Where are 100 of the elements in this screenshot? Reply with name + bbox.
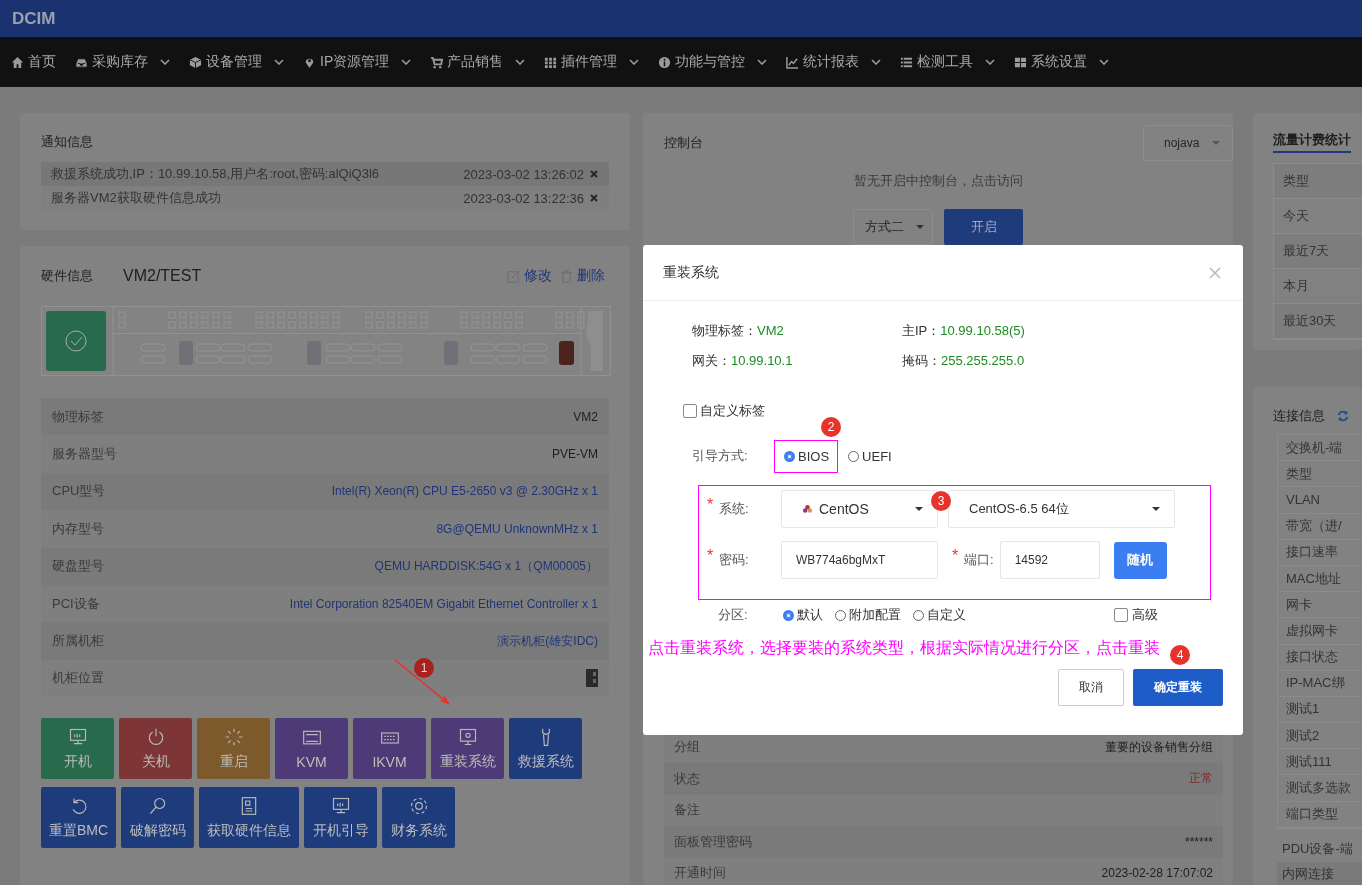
row-label: MAC地址: [1286, 569, 1341, 588]
row-label: PDU设备-端: [1282, 840, 1353, 859]
gear-icon: [408, 795, 429, 816]
info-value: 255.255.255.0: [941, 353, 1025, 368]
confirm-button[interactable]: 确定重装: [1133, 669, 1223, 706]
row-label: 虚拟网卡: [1286, 621, 1338, 640]
info-label: 掩码：: [902, 353, 941, 368]
action-button[interactable]: 财务系统: [382, 787, 456, 849]
close-icon[interactable]: [589, 169, 599, 179]
nav-menu-item[interactable]: 产品销售: [430, 53, 526, 71]
card-title: 控制台: [664, 134, 703, 152]
notification-text: 救援系统成功,IP：10.99.10.58,用户名:root,密码:alQiQ3l6: [51, 165, 380, 183]
tab[interactable]: 流量计费统计: [1273, 131, 1351, 153]
nav-menu-item[interactable]: 插件管理: [544, 53, 640, 71]
field-label: 分区:: [718, 606, 749, 624]
password-field[interactable]: WB774a6bgMxT: [781, 541, 938, 579]
edit-icon: [507, 269, 520, 283]
action-button[interactable]: 破解密码: [121, 787, 195, 849]
edit-link[interactable]: 修改: [524, 267, 552, 285]
info-value: VM2: [757, 323, 784, 338]
action-button[interactable]: 救援系统: [509, 718, 582, 780]
nav-menu-item[interactable]: 设备管理: [189, 53, 284, 71]
logo: DCIM: [12, 8, 56, 29]
row-label: 测试111: [1286, 752, 1332, 771]
client-select[interactable]: nojava: [1143, 125, 1233, 161]
port-field[interactable]: 14592: [999, 541, 1100, 579]
action-button[interactable]: 开机引导: [304, 787, 378, 849]
nav-menu-item[interactable]: 采购库存: [75, 53, 170, 71]
row-label: 内网连接: [1282, 865, 1334, 884]
required-mark: *: [707, 496, 715, 514]
action-button[interactable]: 重装系统: [431, 718, 504, 780]
monitor-icon: [67, 726, 88, 747]
chevron-down-icon: [160, 59, 170, 65]
row-label: 交换机-端: [1286, 438, 1343, 457]
chevron-down-icon: [1099, 59, 1110, 65]
row-label: 带宽（进/: [1286, 517, 1342, 536]
nav-menu-item[interactable]: 统计报表: [786, 53, 882, 71]
row-label: 网卡: [1286, 595, 1312, 614]
row-label: 备注: [674, 801, 700, 820]
info-value: 10.99.10.1: [731, 353, 793, 368]
row-label: 服务器型号: [52, 445, 117, 464]
radio-label: UEFI: [862, 448, 892, 464]
chevron-down-icon: [871, 59, 882, 65]
row-label: IP-MAC绑: [1286, 674, 1345, 693]
action-button[interactable]: 关机: [119, 718, 192, 780]
cube-icon: [189, 55, 202, 69]
checkbox-label: 高级: [1132, 606, 1158, 624]
spinner-icon: [223, 726, 244, 747]
action-button[interactable]: 开机: [41, 718, 114, 780]
row-label: 今天: [1283, 207, 1309, 225]
chevron-down-icon: [515, 59, 526, 65]
checkbox[interactable]: [683, 404, 697, 418]
row-label: 接口状态: [1286, 648, 1338, 667]
action-button[interactable]: 重启: [197, 718, 270, 780]
info-value: 10.99.10.58(5): [940, 323, 1025, 338]
required-mark: *: [952, 547, 960, 565]
row-label: 测试2: [1286, 726, 1320, 745]
row-label: 测试1: [1286, 700, 1320, 719]
row-label: 机柜位置: [52, 669, 104, 688]
radio-button[interactable]: [784, 450, 795, 462]
checkbox[interactable]: [1114, 608, 1128, 622]
row-label: 本月: [1283, 277, 1309, 295]
notification-text: 服务器VM2获取硬件信息成功: [51, 189, 222, 207]
notification-time: 2023-03-02 13:26:02: [463, 166, 584, 182]
action-button[interactable]: IKVM: [353, 718, 426, 780]
row-label: 接口速率: [1286, 543, 1338, 562]
rack-icon[interactable]: [586, 669, 598, 688]
tray-icon: [75, 55, 88, 69]
row-label: 端口类型: [1286, 805, 1338, 824]
card-title: 硬件信息: [41, 267, 93, 285]
row-value: 正常: [1189, 770, 1213, 788]
action-button[interactable]: KVM: [275, 718, 348, 780]
field-label: 密码:: [719, 551, 750, 569]
action-button[interactable]: 重置BMC: [41, 787, 117, 849]
version-select[interactable]: CentOS-6.5 64位: [948, 490, 1175, 528]
open-button[interactable]: 开启: [944, 209, 1023, 245]
action-button[interactable]: 获取硬件信息: [199, 787, 300, 849]
random-button[interactable]: 随机: [1113, 541, 1167, 579]
radio-label: 附加配置: [849, 606, 901, 624]
list-icon: [900, 55, 914, 69]
nav-menu-item[interactable]: 首页: [11, 53, 56, 71]
cancel-button[interactable]: 取消: [1058, 669, 1124, 706]
chevron-down-icon: [401, 59, 412, 65]
info-label: 主IP：: [902, 323, 941, 338]
delete-link[interactable]: 删除: [577, 267, 605, 285]
annotation-note: 点击重装系统，选择要装的系统类型，根据实际情况进行分区，点击重装: [648, 638, 1160, 658]
radio-button[interactable]: [783, 609, 794, 621]
nav-menu-item[interactable]: 功能与管控: [658, 53, 768, 71]
row-label: 开通时间: [674, 864, 726, 883]
radio-label: 默认: [797, 606, 823, 624]
nav-menu-item[interactable]: 检测工具: [900, 53, 996, 71]
card-title: 连接信息: [1273, 407, 1325, 425]
console-message: 暂无开启中控制台，点击访问: [853, 172, 1023, 190]
row-label: 类型: [1283, 172, 1309, 190]
refresh-icon[interactable]: [1337, 410, 1349, 422]
close-icon[interactable]: [589, 193, 599, 203]
nav-menu-item[interactable]: 系统设置: [1014, 53, 1110, 71]
nav-menu-item[interactable]: IP资源管理: [303, 53, 412, 71]
row-label: PCI设备: [52, 594, 100, 613]
row-label: 物理标签: [52, 407, 104, 426]
